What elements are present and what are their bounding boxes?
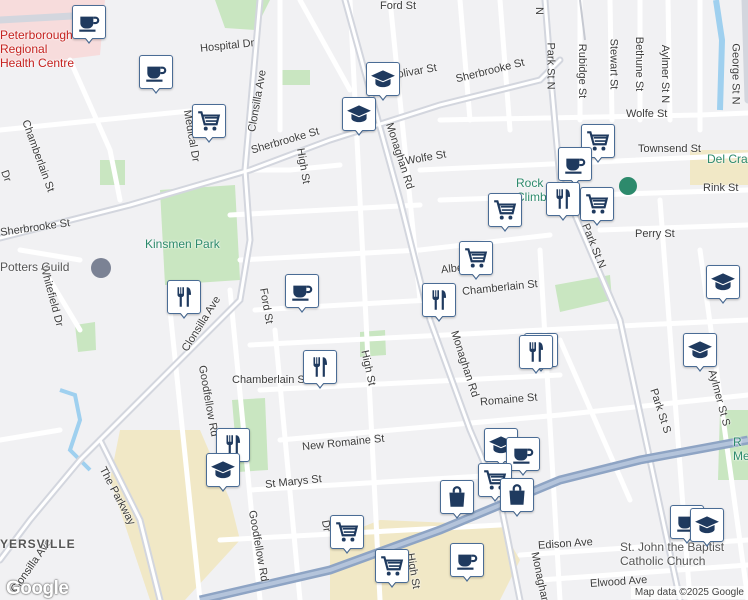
map-marker-cart[interactable] <box>488 193 522 233</box>
map-marker-school[interactable] <box>683 333 717 373</box>
guild-label[interactable]: Potters Guild <box>0 260 69 274</box>
google-logo: Google <box>6 578 69 599</box>
street-label: Rink St <box>703 182 739 194</box>
street-label: Rubidge St <box>576 43 589 99</box>
map-marker-cart[interactable] <box>375 549 409 589</box>
map-marker-coffee[interactable] <box>285 274 319 314</box>
coffee-icon <box>143 59 169 85</box>
restaurant-icon <box>523 339 549 365</box>
restaurant-icon <box>171 284 197 310</box>
school-icon <box>710 269 736 295</box>
cart-icon <box>463 245 489 271</box>
street-label: Wolfe St <box>626 108 668 120</box>
map-marker-restaurant[interactable] <box>546 182 580 222</box>
hospital-label[interactable]: Peterborough Regional Health Centre <box>0 28 80 70</box>
coffee-icon <box>76 9 102 35</box>
coffee-icon <box>454 547 480 573</box>
cart-icon <box>196 108 222 134</box>
map-marker-shopping-bag[interactable] <box>500 478 534 518</box>
map-marker-school[interactable] <box>206 453 240 493</box>
map-attribution[interactable]: Map data ©2025 Google <box>630 586 748 599</box>
shopping-bag-icon <box>444 484 470 510</box>
area-label: YERSVILLE <box>0 537 76 551</box>
cart-icon <box>379 553 405 579</box>
restaurant-icon <box>426 287 452 313</box>
cart-icon <box>334 519 360 545</box>
map-marker-coffee[interactable] <box>72 5 106 45</box>
coffee-icon <box>289 278 315 304</box>
map-marker-cart[interactable] <box>459 241 493 281</box>
rm-label[interactable]: R Me <box>733 435 748 463</box>
map-marker-cart[interactable] <box>580 187 614 227</box>
coffee-icon <box>510 441 536 467</box>
street-label: Stewart St <box>607 38 620 90</box>
cart-icon <box>584 191 610 217</box>
map-marker-restaurant[interactable] <box>422 283 456 323</box>
guild-icon <box>91 258 111 278</box>
school-icon <box>694 512 720 538</box>
map-marker-coffee[interactable] <box>558 147 592 187</box>
map-marker-school[interactable] <box>706 265 740 305</box>
map-marker-cart[interactable] <box>330 515 364 555</box>
map-marker-school[interactable] <box>366 62 400 102</box>
street-label: Park St N <box>544 42 557 90</box>
shopping-bag-icon <box>504 482 530 508</box>
school-icon <box>370 66 396 92</box>
street-label: Aylmer St N <box>659 44 672 104</box>
street-label: N <box>532 7 545 15</box>
map-marker-school[interactable] <box>342 97 376 137</box>
street-label: Townsend St <box>638 143 701 155</box>
park-label[interactable]: Kinsmen Park <box>145 237 220 251</box>
school-icon <box>346 101 372 127</box>
map-marker-coffee[interactable] <box>139 55 173 95</box>
restaurant-icon <box>307 354 333 380</box>
cart-icon <box>492 197 518 223</box>
map-marker-cart[interactable] <box>192 104 226 144</box>
street-label: Perry St <box>635 228 675 240</box>
climbing-pin-icon <box>619 177 637 195</box>
street-label: Ford St <box>380 0 417 12</box>
street-label: George St N <box>729 43 742 105</box>
map-canvas[interactable]: Sherbrooke St Sherbrooke St Sherbrooke S… <box>0 0 748 600</box>
del-label[interactable]: Del Cra <box>707 152 748 166</box>
map-marker-restaurant[interactable] <box>519 335 553 375</box>
coffee-icon <box>562 151 588 177</box>
street-label: Bethune St <box>633 36 646 92</box>
map-marker-restaurant[interactable] <box>303 350 337 390</box>
school-icon <box>210 457 236 483</box>
restaurant-icon <box>550 186 576 212</box>
street-label: Chamberlain St <box>232 374 308 386</box>
map-marker-restaurant[interactable] <box>167 280 201 320</box>
map-marker-coffee[interactable] <box>450 543 484 583</box>
map-marker-shopping-bag[interactable] <box>440 480 474 520</box>
map-marker-school[interactable] <box>690 508 724 548</box>
school-icon <box>687 337 713 363</box>
